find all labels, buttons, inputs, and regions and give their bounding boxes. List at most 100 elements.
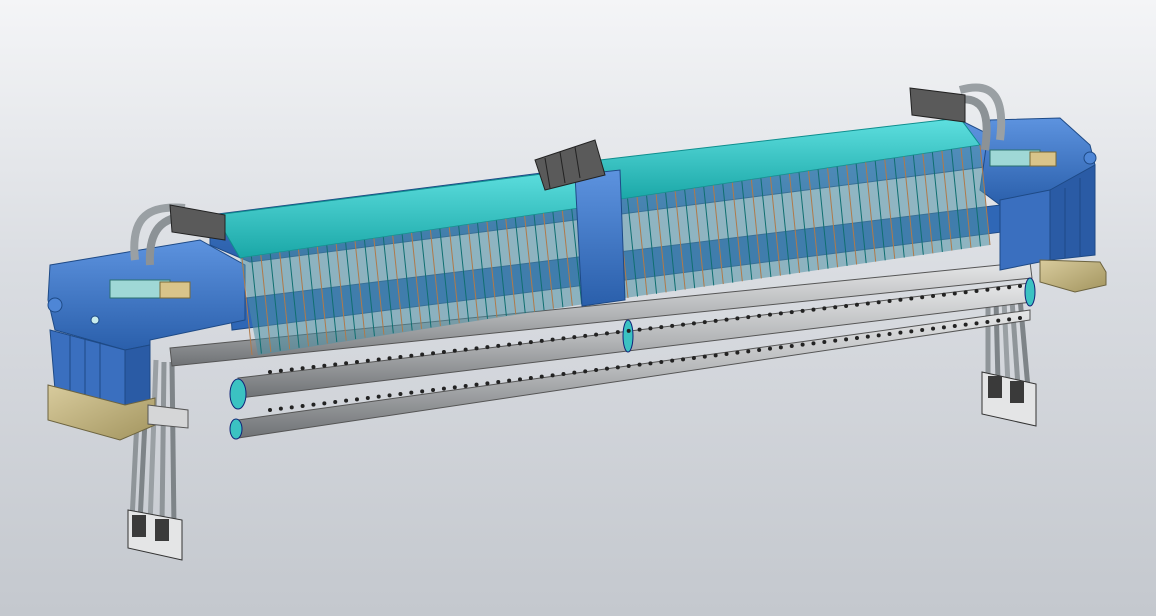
drip-nozzle (376, 357, 381, 362)
drip-nozzle (333, 362, 338, 367)
drip-nozzle (431, 388, 436, 392)
drip-nozzle (615, 330, 620, 335)
drip-nozzle (300, 366, 305, 371)
drip-nozzle (626, 364, 631, 368)
drip-nozzle (811, 307, 816, 312)
drip-nozzle (822, 340, 827, 344)
drip-nozzle (333, 400, 338, 404)
cad-viewport[interactable] (0, 0, 1156, 616)
drip-nozzle (387, 393, 392, 398)
drip-nozzle (670, 323, 675, 328)
drip-nozzle (561, 336, 566, 341)
drip-nozzle (572, 370, 577, 375)
drip-nozzle (572, 335, 577, 340)
drip-nozzle (550, 337, 555, 342)
drip-nozzle (278, 368, 283, 373)
drip-nozzle (735, 350, 740, 355)
drip-nozzle (583, 369, 588, 374)
drip-nozzle (528, 376, 533, 380)
drip-nozzle (322, 401, 327, 406)
drip-nozzle (518, 377, 522, 382)
drip-nozzle (387, 356, 392, 361)
drip-nozzle (441, 386, 446, 391)
drip-nozzle (854, 336, 859, 340)
drip-nozzle (322, 363, 327, 368)
drip-nozzle (724, 352, 729, 356)
drip-nozzle (876, 333, 881, 338)
drip-nozzle (768, 312, 772, 317)
drip-nozzle (985, 320, 990, 324)
drip-nozzle (648, 326, 653, 331)
right-timber-support (1039, 259, 1107, 293)
drip-nozzle (398, 392, 403, 396)
drip-nozzle (963, 322, 968, 327)
drip-nozzle (865, 301, 870, 306)
drip-nozzle (768, 346, 772, 351)
drip-nozzle (594, 368, 599, 372)
drip-nozzle (496, 380, 501, 384)
drip-nozzle (963, 290, 968, 295)
drip-nozzle (637, 327, 642, 332)
drip-nozzle (528, 340, 533, 345)
filter-press-model (47, 83, 1107, 561)
drip-nozzle (452, 385, 457, 390)
drip-nozzle (507, 342, 512, 347)
drip-nozzle (496, 343, 501, 348)
drip-nozzle (854, 302, 859, 307)
drip-nozzle (431, 351, 436, 356)
drip-nozzle (648, 361, 653, 366)
drip-nozzle (289, 405, 294, 410)
drip-nozzle (724, 317, 729, 322)
drip-nozzle (278, 406, 283, 411)
drip-nozzle (485, 345, 490, 350)
drip-nozzle (365, 358, 370, 363)
drip-nozzle (376, 394, 381, 399)
drip-nozzle (909, 296, 914, 301)
drip-nozzle (713, 353, 718, 358)
drip-nozzle (626, 328, 631, 333)
drip-nozzle (398, 355, 403, 360)
drip-nozzle (452, 348, 457, 353)
drip-nozzle (800, 342, 805, 347)
drip-nozzle (539, 374, 544, 379)
drip-nozzle (365, 396, 370, 400)
drip-nozzle (789, 344, 794, 348)
drip-nozzle (474, 346, 479, 351)
drip-nozzle (441, 350, 446, 355)
drip-nozzle (550, 373, 555, 378)
drip-nozzle (941, 292, 946, 297)
drip-nozzle (996, 318, 1001, 323)
drip-nozzle (822, 306, 827, 311)
drip-nozzle (996, 286, 1001, 291)
drip-nozzle (463, 347, 468, 352)
drip-nozzle (474, 382, 479, 387)
drip-nozzle (974, 321, 979, 326)
drip-nozzle (920, 328, 925, 332)
drip-nozzle (268, 370, 272, 374)
drip-nozzle (507, 378, 512, 383)
drip-nozzle (691, 321, 696, 326)
drip-nozzle (681, 322, 686, 327)
drip-nozzle (833, 305, 838, 310)
drip-nozzle (420, 389, 425, 394)
drip-nozzle (1018, 316, 1022, 320)
drip-nozzle (735, 316, 740, 321)
drip-nozzle (1018, 284, 1022, 288)
drip-nozzle (865, 334, 870, 339)
drip-nozzle (702, 354, 707, 359)
drip-nozzle (746, 315, 751, 320)
drip-nozzle (887, 332, 892, 336)
drip-nozzle (518, 341, 522, 346)
drip-nozzle (485, 381, 490, 386)
drip-nozzle (898, 297, 903, 302)
drip-nozzle (887, 298, 892, 303)
drip-nozzle (539, 338, 544, 343)
drip-nozzle (713, 318, 718, 323)
drip-nozzle (844, 303, 849, 308)
drip-nozzle (289, 367, 294, 372)
drip-nozzle (561, 372, 566, 376)
drip-nozzle (420, 352, 425, 357)
drip-nozzle (757, 348, 762, 352)
drip-nozzle (463, 384, 468, 388)
drip-nozzle (952, 324, 957, 328)
